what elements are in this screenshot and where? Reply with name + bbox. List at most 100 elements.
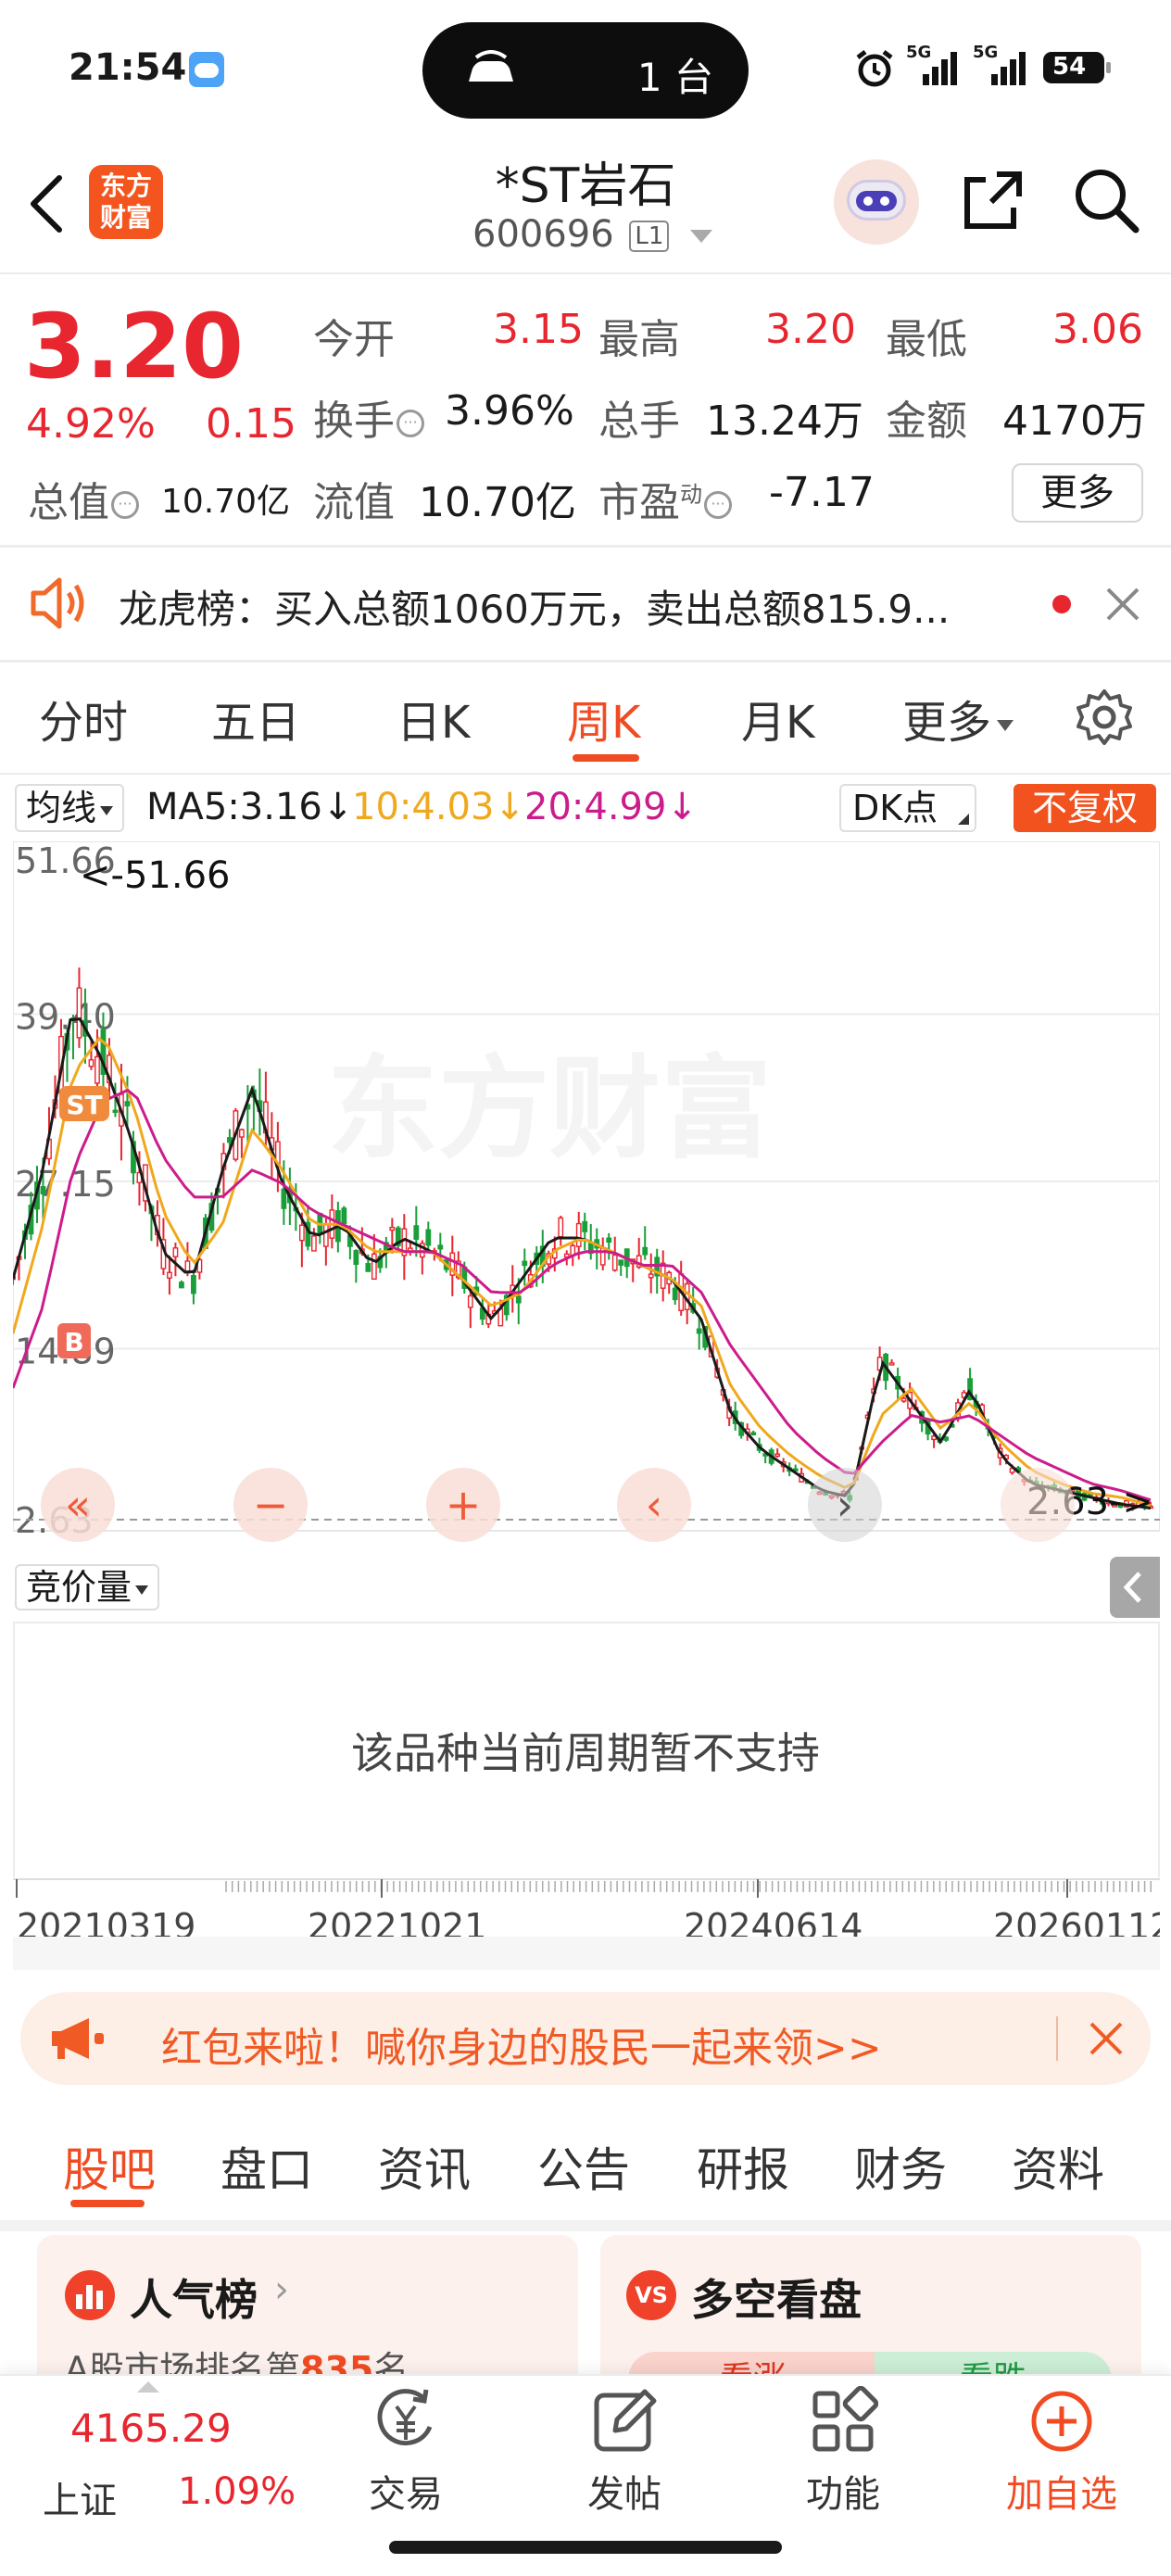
candle-body (774, 1453, 781, 1458)
scroll-right-button[interactable]: › (808, 1468, 882, 1542)
candle-body (389, 1226, 396, 1231)
share-icon[interactable] (960, 167, 1026, 234)
weather-icon (189, 52, 224, 87)
y-tick-label: 39.40 (15, 997, 116, 1038)
candle-body (642, 1246, 648, 1256)
watermark: 东方财富 (327, 1045, 772, 1174)
turnover-value: 3.96% (445, 387, 574, 435)
tab-daily-k[interactable]: 日K (397, 686, 470, 751)
chart-bottom-band (13, 1937, 1160, 1970)
ma10-value: 10:4.03↓ (352, 786, 525, 828)
candle-body (413, 1225, 420, 1240)
bull-bear-title: 多空看盘 (691, 2275, 862, 2325)
amount-label: 金额 (886, 398, 967, 445)
stock-code[interactable]: 600696 L1 (472, 213, 713, 256)
tab-guba[interactable]: 股吧 (63, 2133, 156, 2200)
candle-body (88, 1059, 94, 1067)
candle-body (124, 1101, 131, 1107)
candle-body (172, 1247, 179, 1257)
tab-pankou[interactable]: 盘口 (220, 2133, 313, 2200)
candle-body (618, 1259, 624, 1266)
zoom-out-button[interactable]: − (233, 1468, 308, 1542)
info-icon: ··· (704, 491, 732, 519)
index-value: 4165.29 (70, 2406, 232, 2451)
gear-icon[interactable] (1075, 688, 1134, 747)
candle-body (281, 1188, 287, 1209)
st-badge-label: ST (66, 1090, 102, 1120)
candle-body (437, 1244, 444, 1250)
index-caret-icon (137, 2381, 159, 2393)
nav-add-watchlist[interactable]: 加自选 (969, 2386, 1154, 2518)
robot-assistant-icon[interactable] (834, 159, 919, 245)
ma5-value: MA5:3.16↓ (146, 786, 354, 828)
speaker-icon (31, 577, 84, 629)
red-packet-banner[interactable]: 红包来啦！喊你身边的股民一起来领>> (20, 1992, 1151, 2085)
volume-label: 总手 (598, 398, 680, 445)
candle-body (227, 1137, 233, 1143)
dynamic-island[interactable]: 1 台 (422, 22, 749, 119)
tab-monthly-k[interactable]: 月K (741, 686, 814, 751)
candle-body (353, 1250, 359, 1266)
candle-body (648, 1273, 654, 1279)
tab-intraday[interactable]: 分时 (39, 686, 128, 751)
ma-selector[interactable]: 均线 (15, 784, 125, 832)
subchart-selector[interactable]: 竞价量 (15, 1564, 160, 1610)
index-ticker[interactable]: 4165.29 上证 1.09% (28, 2381, 306, 2539)
collapse-panel-button[interactable] (1110, 1557, 1160, 1618)
nav-functions[interactable]: 功能 (750, 2386, 936, 2518)
bottom-tab-indicator (70, 2200, 145, 2207)
tab-finance[interactable]: 财务 (854, 2133, 947, 2200)
tab-profile[interactable]: 资料 (1012, 2133, 1104, 2200)
candle-body (611, 1254, 618, 1271)
candle-body (515, 1295, 522, 1304)
tab-five-day[interactable]: 五日 (211, 686, 300, 751)
candle-body (40, 1186, 46, 1194)
index-change: 1.09% (178, 2470, 296, 2513)
scroll-far-right-button[interactable] (1001, 1468, 1075, 1542)
tab-weekly-k[interactable]: 周K (567, 686, 640, 751)
candle-body (341, 1207, 347, 1225)
more-button[interactable]: 更多 (1012, 463, 1143, 523)
candle-body (425, 1229, 432, 1246)
scroll-far-left-button[interactable]: « (41, 1468, 115, 1542)
volume-value: 13.24万 (706, 398, 863, 445)
candle-body (76, 987, 82, 1039)
tab-more[interactable]: 更多 (902, 686, 1014, 751)
high-label: 最高 (598, 316, 680, 363)
scroll-left-button[interactable]: ‹ (617, 1468, 691, 1542)
change-amount: 0.15 (206, 400, 296, 448)
megaphone-icon (52, 2018, 104, 2059)
nav-post[interactable]: 发帖 (532, 2386, 717, 2518)
tab-announcements[interactable]: 公告 (537, 2133, 630, 2200)
close-icon[interactable] (1088, 2020, 1125, 2057)
nav-trade[interactable]: 交易 (313, 2386, 498, 2518)
dk-point-selector[interactable]: DK点 (839, 784, 976, 832)
tab-research[interactable]: 研报 (697, 2133, 789, 2200)
float-value: 10.70亿 (419, 479, 576, 526)
adjust-toggle[interactable]: 不复权 (1014, 784, 1156, 832)
candle-body (558, 1217, 564, 1238)
open-label: 今开 (313, 316, 395, 363)
car-icon (469, 50, 513, 82)
corner-triangle-icon (958, 814, 969, 825)
plus-circle-icon (1031, 2391, 1092, 2452)
zoom-in-button[interactable]: + (426, 1468, 500, 1542)
tab-news[interactable]: 资讯 (378, 2133, 471, 2200)
candle-body (179, 1282, 184, 1289)
turnover-label[interactable]: 换手 ··· (313, 387, 424, 447)
tab-active-indicator (573, 754, 639, 762)
mktcap-label[interactable]: 总值 ··· (28, 469, 139, 528)
candle-body (888, 1362, 895, 1366)
vs-badge-icon: VS (626, 2270, 676, 2320)
info-icon: ··· (111, 491, 139, 519)
close-icon[interactable] (1104, 586, 1141, 623)
pe-label[interactable]: 市盈动 ··· (598, 469, 732, 528)
candle-body (112, 1109, 119, 1113)
kline-chart[interactable]: 东方财富51.6639.4027.1514.892.63<-51.662.63-… (13, 841, 1160, 1555)
search-icon[interactable] (1071, 165, 1141, 235)
chevron-right-icon: › (274, 2268, 289, 2311)
notice-text[interactable]: 龙虎榜：买入总额1060万元，卖出总额815.9... (119, 578, 950, 635)
candle-body (298, 1224, 305, 1242)
candle-body (238, 1129, 245, 1138)
caret-down-icon (997, 720, 1014, 731)
